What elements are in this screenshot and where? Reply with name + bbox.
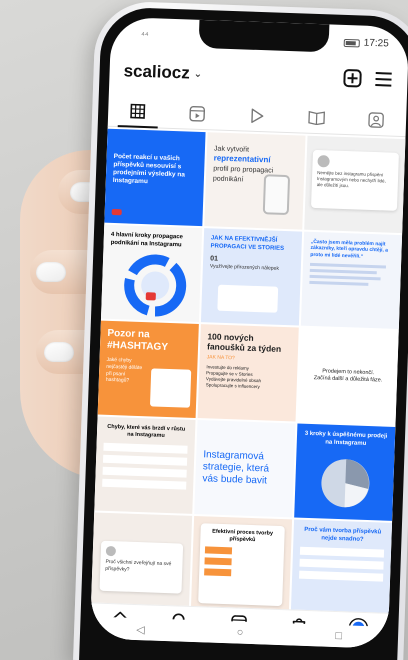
create-post-icon[interactable] — [343, 68, 362, 88]
post-title: Efektivní proces tvorby příspěvků — [212, 528, 274, 544]
post-text: Jaké chyby nejčastěji děláte při psaní h… — [105, 356, 143, 384]
phone-illustration — [262, 174, 291, 216]
cycle-diagram — [124, 254, 187, 317]
post-title: Instagramová strategie, která vás bude b… — [202, 449, 270, 487]
tab-grid[interactable] — [108, 95, 169, 128]
post-title: Proč vám tvorba příspěvků nejde snadno? — [304, 526, 382, 543]
post-tile[interactable]: 3 kroky k úspěšnému prodeji na Instagram… — [294, 423, 396, 521]
chevron-down-icon: ⌄ — [193, 68, 203, 80]
play-icon — [251, 108, 264, 123]
post-tile[interactable]: 100 nových fanoušků za týden JAK NA TO? … — [197, 324, 299, 422]
post-title: 3 kroky k úspěšnému prodeji na Instagram… — [304, 430, 388, 447]
post-title: Pozor na #HASHTAGY — [106, 327, 169, 353]
recents-icon[interactable]: □ — [335, 630, 342, 642]
post-tile[interactable]: JAK NA EFEKTIVNĚJŠÍ PROPAGACI VE STORIES… — [200, 228, 303, 326]
profile-header: scaliocz ⌄ — [109, 49, 408, 99]
tab-videos[interactable] — [227, 99, 288, 132]
post-subtitle: JAK NA TO? — [206, 354, 235, 362]
post-tile[interactable]: Pozor na #HASHTAGY Jaké chyby nejčastěji… — [97, 320, 199, 418]
reels-icon — [189, 105, 206, 122]
guide-icon — [308, 110, 326, 126]
account-switcher[interactable]: scaliocz ⌄ — [123, 61, 202, 84]
phone-screen: ⁴⁴ 17:25 scaliocz ⌄ Počet reakcí u vašic… — [89, 16, 408, 649]
post-tile[interactable]: Prodejem to nekončí. Začíná další a důle… — [297, 327, 399, 425]
logo-badge — [111, 208, 122, 216]
tab-tagged[interactable] — [346, 103, 407, 136]
grid-icon — [130, 103, 146, 119]
signal-indicator: ⁴⁴ — [140, 29, 149, 41]
back-icon[interactable]: ◁ — [136, 623, 145, 636]
post-text: Počet reakcí u vašich příspěvků nesouvis… — [112, 152, 186, 186]
post-tile[interactable]: Proč všichni zveřejňují na své příspěvky… — [90, 512, 193, 610]
post-tile[interactable]: Nemějte bez instagramu přispění Instagra… — [304, 135, 406, 234]
post-text: Proč všichni zveřejňují na své příspěvky… — [105, 558, 172, 573]
post-tile[interactable]: „Často jsem měla problém najít zákazníky… — [300, 231, 403, 330]
avatar — [317, 155, 330, 168]
preview-card — [217, 284, 279, 313]
post-title: Chyby, které vás brzdí v růstu na Instag… — [107, 423, 186, 439]
post-tile[interactable]: 4 hlavní kroky propagace podnikání na In… — [100, 224, 203, 323]
post-title: JAK NA EFEKTIVNĚJŠÍ PROPAGACI VE STORIES — [210, 235, 285, 252]
post-tile[interactable]: Počet reakcí u vašich příspěvků nesouvis… — [104, 128, 206, 227]
post-text: Prodejem to nekončí. Začíná další a důle… — [313, 367, 383, 384]
fingernail — [44, 342, 74, 362]
post-tile[interactable]: Jak vytvořit reprezentativní profil pro … — [204, 132, 306, 230]
clock: 17:25 — [363, 37, 389, 50]
tab-reels[interactable] — [167, 97, 228, 130]
tab-guides[interactable] — [286, 101, 347, 134]
tagged-icon — [368, 111, 385, 128]
menu-icon[interactable] — [375, 72, 392, 87]
post-tile[interactable]: Efektivní proces tvorby příspěvků — [190, 515, 293, 614]
notch — [198, 19, 330, 53]
pie-illustration — [321, 459, 370, 508]
avatar — [105, 545, 117, 557]
post-tile[interactable]: Instagramová strategie, která vás bude b… — [194, 420, 296, 518]
preview-card — [149, 368, 192, 408]
home-circle-icon[interactable]: ○ — [236, 627, 243, 639]
post-tile[interactable]: Proč vám tvorba příspěvků nejde snadno? — [290, 519, 393, 617]
post-text: „Často jsem měla problém najít zákazníky… — [310, 238, 389, 260]
username: scaliocz — [123, 61, 191, 83]
post-title: 4 hlavní kroky propagace podnikání na In… — [110, 231, 184, 248]
phone: ⁴⁴ 17:25 scaliocz ⌄ Počet reakcí u vašic… — [73, 0, 408, 660]
post-grid: Počet reakcí u vašich příspěvků nesouvis… — [90, 128, 406, 617]
post-text: Nemějte bez instagramu přispění Instagra… — [316, 170, 386, 189]
fingernail — [36, 262, 66, 282]
post-tile[interactable]: Chyby, které vás brzdí v růstu na Instag… — [94, 416, 196, 514]
battery-icon — [343, 38, 360, 47]
post-title: 100 nových fanoušků za týden — [206, 331, 282, 355]
